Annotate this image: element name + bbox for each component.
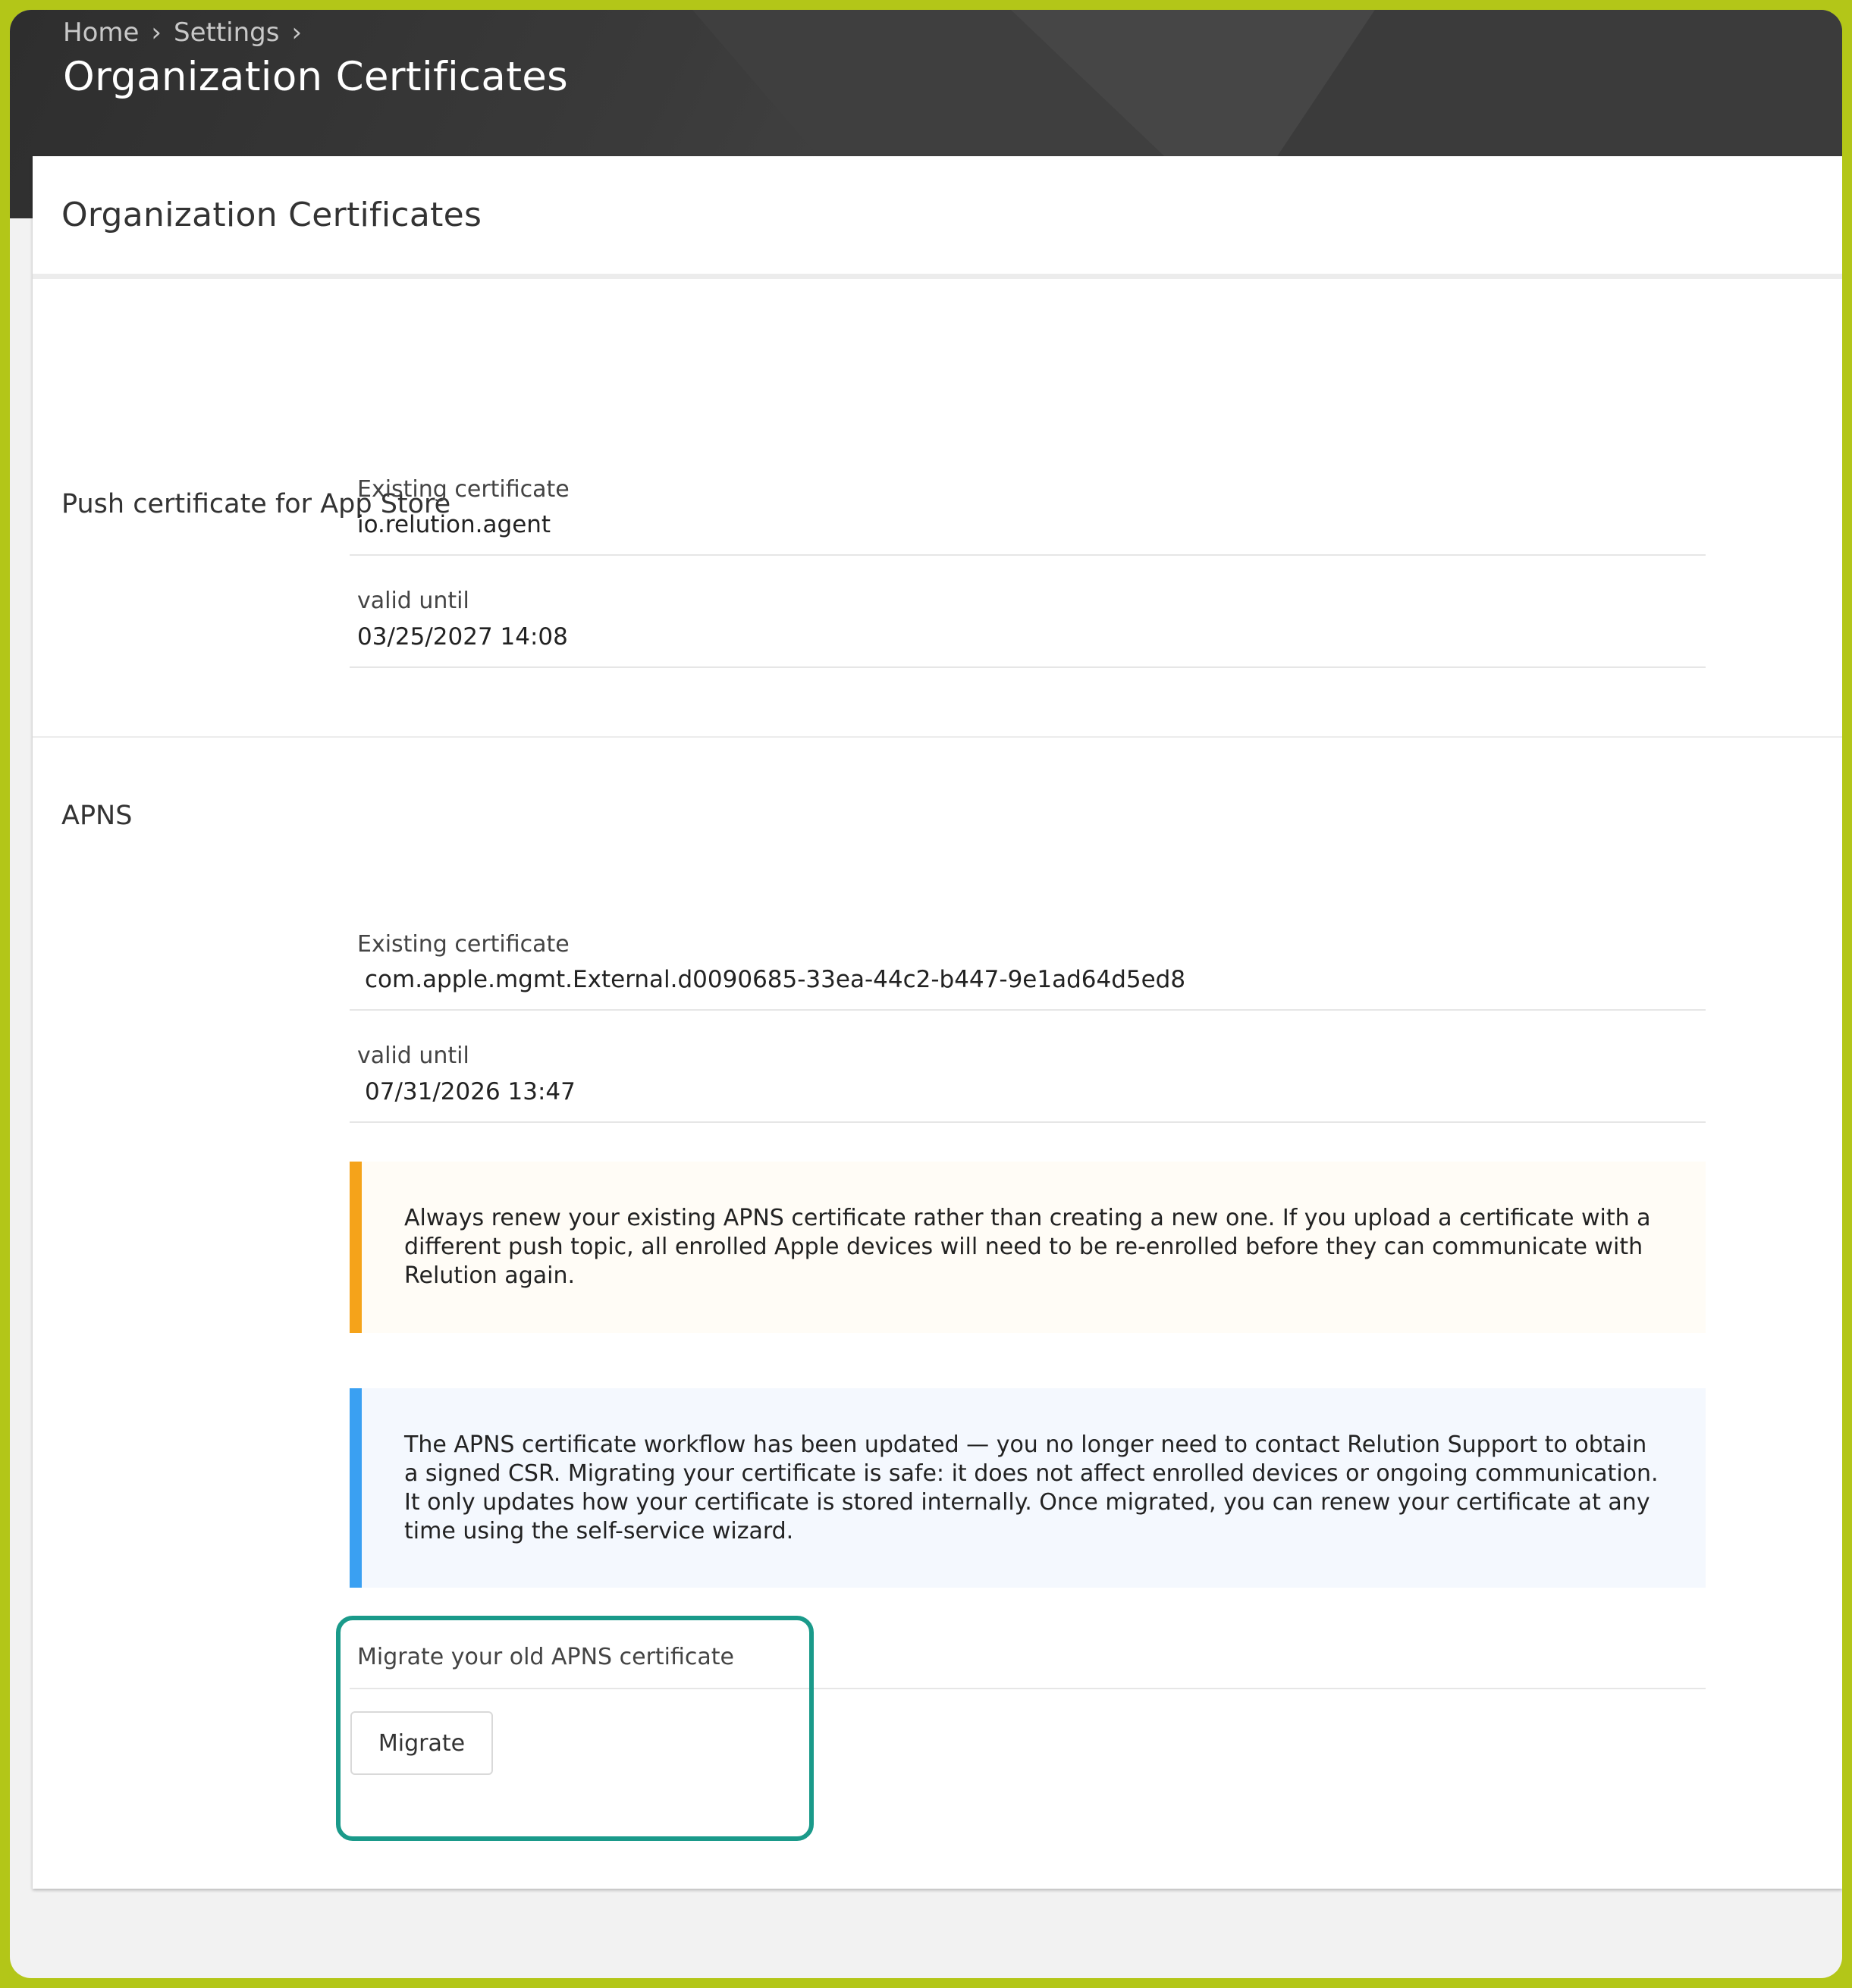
push-valid-label: valid until	[357, 588, 469, 614]
push-existing-value: io.relution.agent	[357, 511, 551, 538]
app-window: Home › Settings › Organization Certifica…	[10, 10, 1842, 1978]
breadcrumb: Home › Settings ›	[63, 17, 302, 48]
header-decoration	[692, 10, 1842, 169]
migrate-button[interactable]: Migrate	[350, 1711, 493, 1775]
page-title: Organization Certificates	[63, 54, 569, 100]
apns-title: APNS	[61, 801, 133, 831]
breadcrumb-settings[interactable]: Settings	[174, 17, 279, 48]
push-existing-certificate-field: Existing certificate io.relution.agent	[350, 461, 1706, 556]
push-valid-until-field: valid until 03/25/2027 14:08	[350, 556, 1706, 668]
migrate-divider	[350, 1688, 1706, 1689]
apns-info-text: The APNS certificate workflow has been u…	[404, 1431, 1659, 1544]
section-divider	[33, 736, 1842, 738]
apns-existing-certificate-field: Existing certificate com.apple.mgmt.Exte…	[350, 916, 1706, 1011]
apns-valid-until-field: valid until 07/31/2026 13:47	[350, 1011, 1706, 1123]
apns-existing-label: Existing certificate	[357, 931, 570, 958]
chevron-right-icon: ›	[151, 17, 162, 48]
apns-valid-label: valid until	[357, 1043, 469, 1069]
card-title: Organization Certificates	[61, 196, 482, 234]
apns-info-callout: The APNS certificate workflow has been u…	[350, 1388, 1706, 1588]
breadcrumb-home[interactable]: Home	[63, 17, 139, 48]
apns-warning-text: Always renew your existing APNS certific…	[404, 1205, 1651, 1289]
apns-warning-callout: Always renew your existing APNS certific…	[350, 1162, 1706, 1333]
chevron-right-icon: ›	[291, 17, 303, 48]
apns-existing-value: com.apple.mgmt.External.d0090685-33ea-44…	[365, 966, 1186, 993]
push-existing-label: Existing certificate	[357, 476, 570, 503]
push-valid-value: 03/25/2027 14:08	[357, 623, 568, 651]
apns-valid-value: 07/31/2026 13:47	[365, 1078, 576, 1105]
migrate-label: Migrate your old APNS certificate	[357, 1644, 735, 1670]
card-header: Organization Certificates	[33, 156, 1842, 279]
